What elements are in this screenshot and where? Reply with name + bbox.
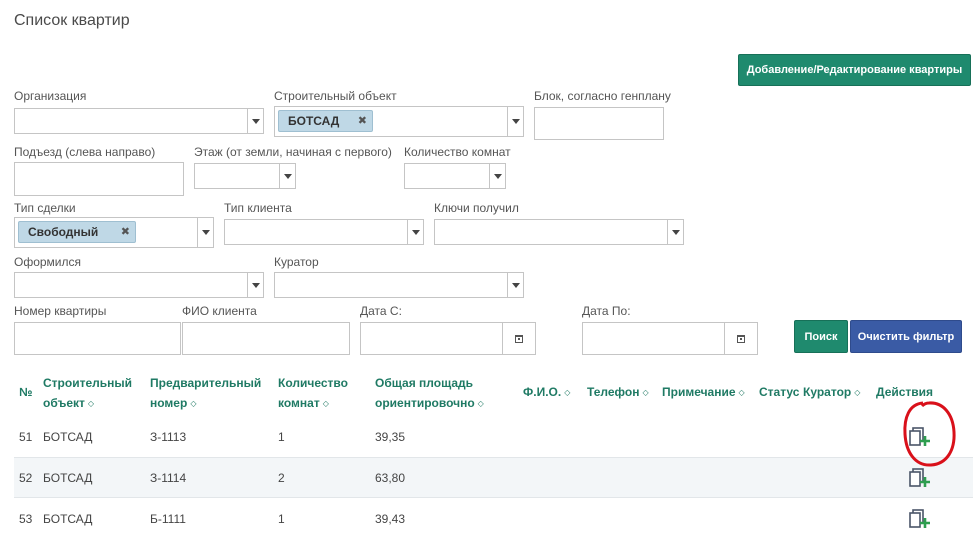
col-header-note-label: Примечание — [662, 385, 736, 399]
client-type-label: Тип клиента — [224, 201, 292, 215]
construction-object-select[interactable]: БОТСАД ✖ — [274, 106, 524, 137]
curator-label: Куратор — [274, 255, 319, 269]
deal-type-chip: Свободный ✖ — [18, 221, 136, 243]
cell-rooms: 1 — [278, 430, 285, 444]
cell-prelim: З-1114 — [150, 471, 187, 485]
cell-num: 52 — [19, 471, 33, 485]
highlight-circle — [903, 401, 956, 467]
search-button[interactable]: Поиск — [794, 320, 848, 353]
date-to-input[interactable] — [582, 322, 758, 355]
chevron-down-icon[interactable] — [507, 272, 524, 298]
date-from-input[interactable] — [360, 322, 536, 355]
deal-type-select[interactable]: Свободный ✖ — [14, 217, 214, 248]
chevron-down-icon[interactable] — [247, 272, 264, 298]
cell-prelim: З-1113 — [150, 430, 187, 444]
client-name-input[interactable] — [182, 322, 350, 355]
col-header-rooms[interactable]: Количество комнат ◇ — [278, 373, 348, 414]
sort-icon[interactable]: ◇ — [88, 394, 94, 414]
sort-icon[interactable]: ◇ — [739, 383, 745, 403]
floor-select[interactable] — [194, 163, 296, 189]
chevron-down-icon[interactable] — [247, 108, 264, 134]
cell-rooms: 1 — [278, 512, 285, 526]
add-edit-apartment-button[interactable]: Добавление/Редактирование квартиры — [738, 54, 971, 86]
chip-label: Свободный — [28, 225, 99, 239]
col-header-object-line1: Строительный — [43, 376, 133, 390]
col-header-num[interactable]: № — [19, 382, 32, 402]
edit-add-icon[interactable] — [909, 509, 931, 529]
col-header-phone-label: Телефон — [587, 385, 640, 399]
cell-rooms: 2 — [278, 471, 285, 485]
col-header-area-line2: ориентировочно — [375, 396, 475, 410]
chevron-down-icon[interactable] — [279, 163, 296, 189]
cell-area: 63,80 — [375, 471, 406, 485]
client-type-select[interactable] — [224, 219, 424, 245]
sort-icon[interactable]: ◇ — [564, 383, 570, 403]
sort-icon[interactable]: ◇ — [190, 394, 196, 414]
col-header-note[interactable]: Примечание ◇ — [662, 382, 745, 403]
chevron-down-icon[interactable] — [407, 219, 424, 245]
col-header-fio-label: Ф.И.О. — [523, 385, 562, 399]
chevron-down-icon[interactable] — [489, 163, 506, 189]
construction-object-chip: БОТСАД ✖ — [278, 110, 373, 132]
col-header-object[interactable]: Строительный объект ◇ — [43, 373, 132, 414]
cell-object: БОТСАД — [43, 430, 93, 444]
cell-num: 51 — [19, 430, 33, 444]
sort-icon[interactable]: ◇ — [478, 394, 484, 414]
client-name-label: ФИО клиента — [182, 304, 257, 318]
col-header-prelim-line1: Предварительный — [150, 376, 262, 390]
chip-remove-icon[interactable]: ✖ — [121, 225, 130, 238]
cell-prelim: Б-1111 — [150, 512, 186, 526]
apartment-number-label: Номер квартиры — [14, 304, 107, 318]
entrance-input[interactable] — [14, 162, 184, 196]
curator-select[interactable] — [274, 272, 524, 298]
col-header-status[interactable]: Статус — [759, 382, 799, 402]
chevron-down-icon[interactable] — [197, 217, 214, 248]
col-header-object-line2: объект — [43, 396, 85, 410]
calendar-icon[interactable] — [724, 322, 758, 355]
col-header-curator[interactable]: Куратор ◇ — [803, 382, 860, 403]
cell-num: 53 — [19, 512, 33, 526]
sort-icon[interactable]: ◇ — [323, 394, 329, 414]
sort-icon[interactable]: ◇ — [854, 383, 860, 403]
keys-received-label: Ключи получил — [434, 201, 519, 215]
col-header-rooms-line1: Количество — [278, 376, 348, 390]
col-header-fio[interactable]: Ф.И.О. ◇ — [523, 382, 570, 403]
organization-select[interactable] — [14, 108, 264, 134]
construction-object-label: Строительный объект — [274, 89, 397, 103]
sort-icon[interactable]: ◇ — [642, 383, 648, 403]
registered-select[interactable] — [14, 272, 264, 298]
col-header-phone[interactable]: Телефон ◇ — [587, 382, 649, 403]
chevron-down-icon[interactable] — [507, 106, 524, 137]
chip-label: БОТСАД — [288, 114, 340, 128]
block-label: Блок, согласно генплану — [534, 89, 671, 103]
floor-label: Этаж (от земли, начиная с первого) — [194, 145, 392, 159]
rooms-select[interactable] — [404, 163, 506, 189]
rooms-label: Количество комнат — [404, 145, 511, 159]
col-header-prelim[interactable]: Предварительный номер ◇ — [150, 373, 261, 414]
col-header-curator-label: Куратор — [803, 385, 852, 399]
chevron-down-icon[interactable] — [667, 219, 684, 245]
cell-area: 39,43 — [375, 512, 406, 526]
date-from-label: Дата С: — [360, 304, 402, 318]
col-header-area-line1: Общая площадь — [375, 376, 474, 390]
clear-filter-button[interactable]: Очистить фильтр — [850, 320, 962, 353]
organization-label: Организация — [14, 89, 87, 103]
page-title: Список квартир — [14, 12, 130, 29]
col-header-area[interactable]: Общая площадь ориентировочно ◇ — [375, 373, 484, 414]
block-input[interactable] — [534, 107, 664, 140]
keys-received-select[interactable] — [434, 219, 684, 245]
entrance-label: Подъезд (слева направо) — [14, 145, 156, 159]
apartment-number-input[interactable] — [14, 322, 181, 355]
date-to-label: Дата По: — [582, 304, 631, 318]
col-header-prelim-line2: номер — [150, 396, 188, 410]
calendar-icon[interactable] — [502, 322, 536, 355]
col-header-rooms-line2: комнат — [278, 396, 320, 410]
cell-object: БОТСАД — [43, 471, 93, 485]
deal-type-label: Тип сделки — [14, 201, 76, 215]
chip-remove-icon[interactable]: ✖ — [358, 114, 367, 127]
registered-label: Оформился — [14, 255, 82, 269]
cell-area: 39,35 — [375, 430, 406, 444]
cell-object: БОТСАД — [43, 512, 93, 526]
